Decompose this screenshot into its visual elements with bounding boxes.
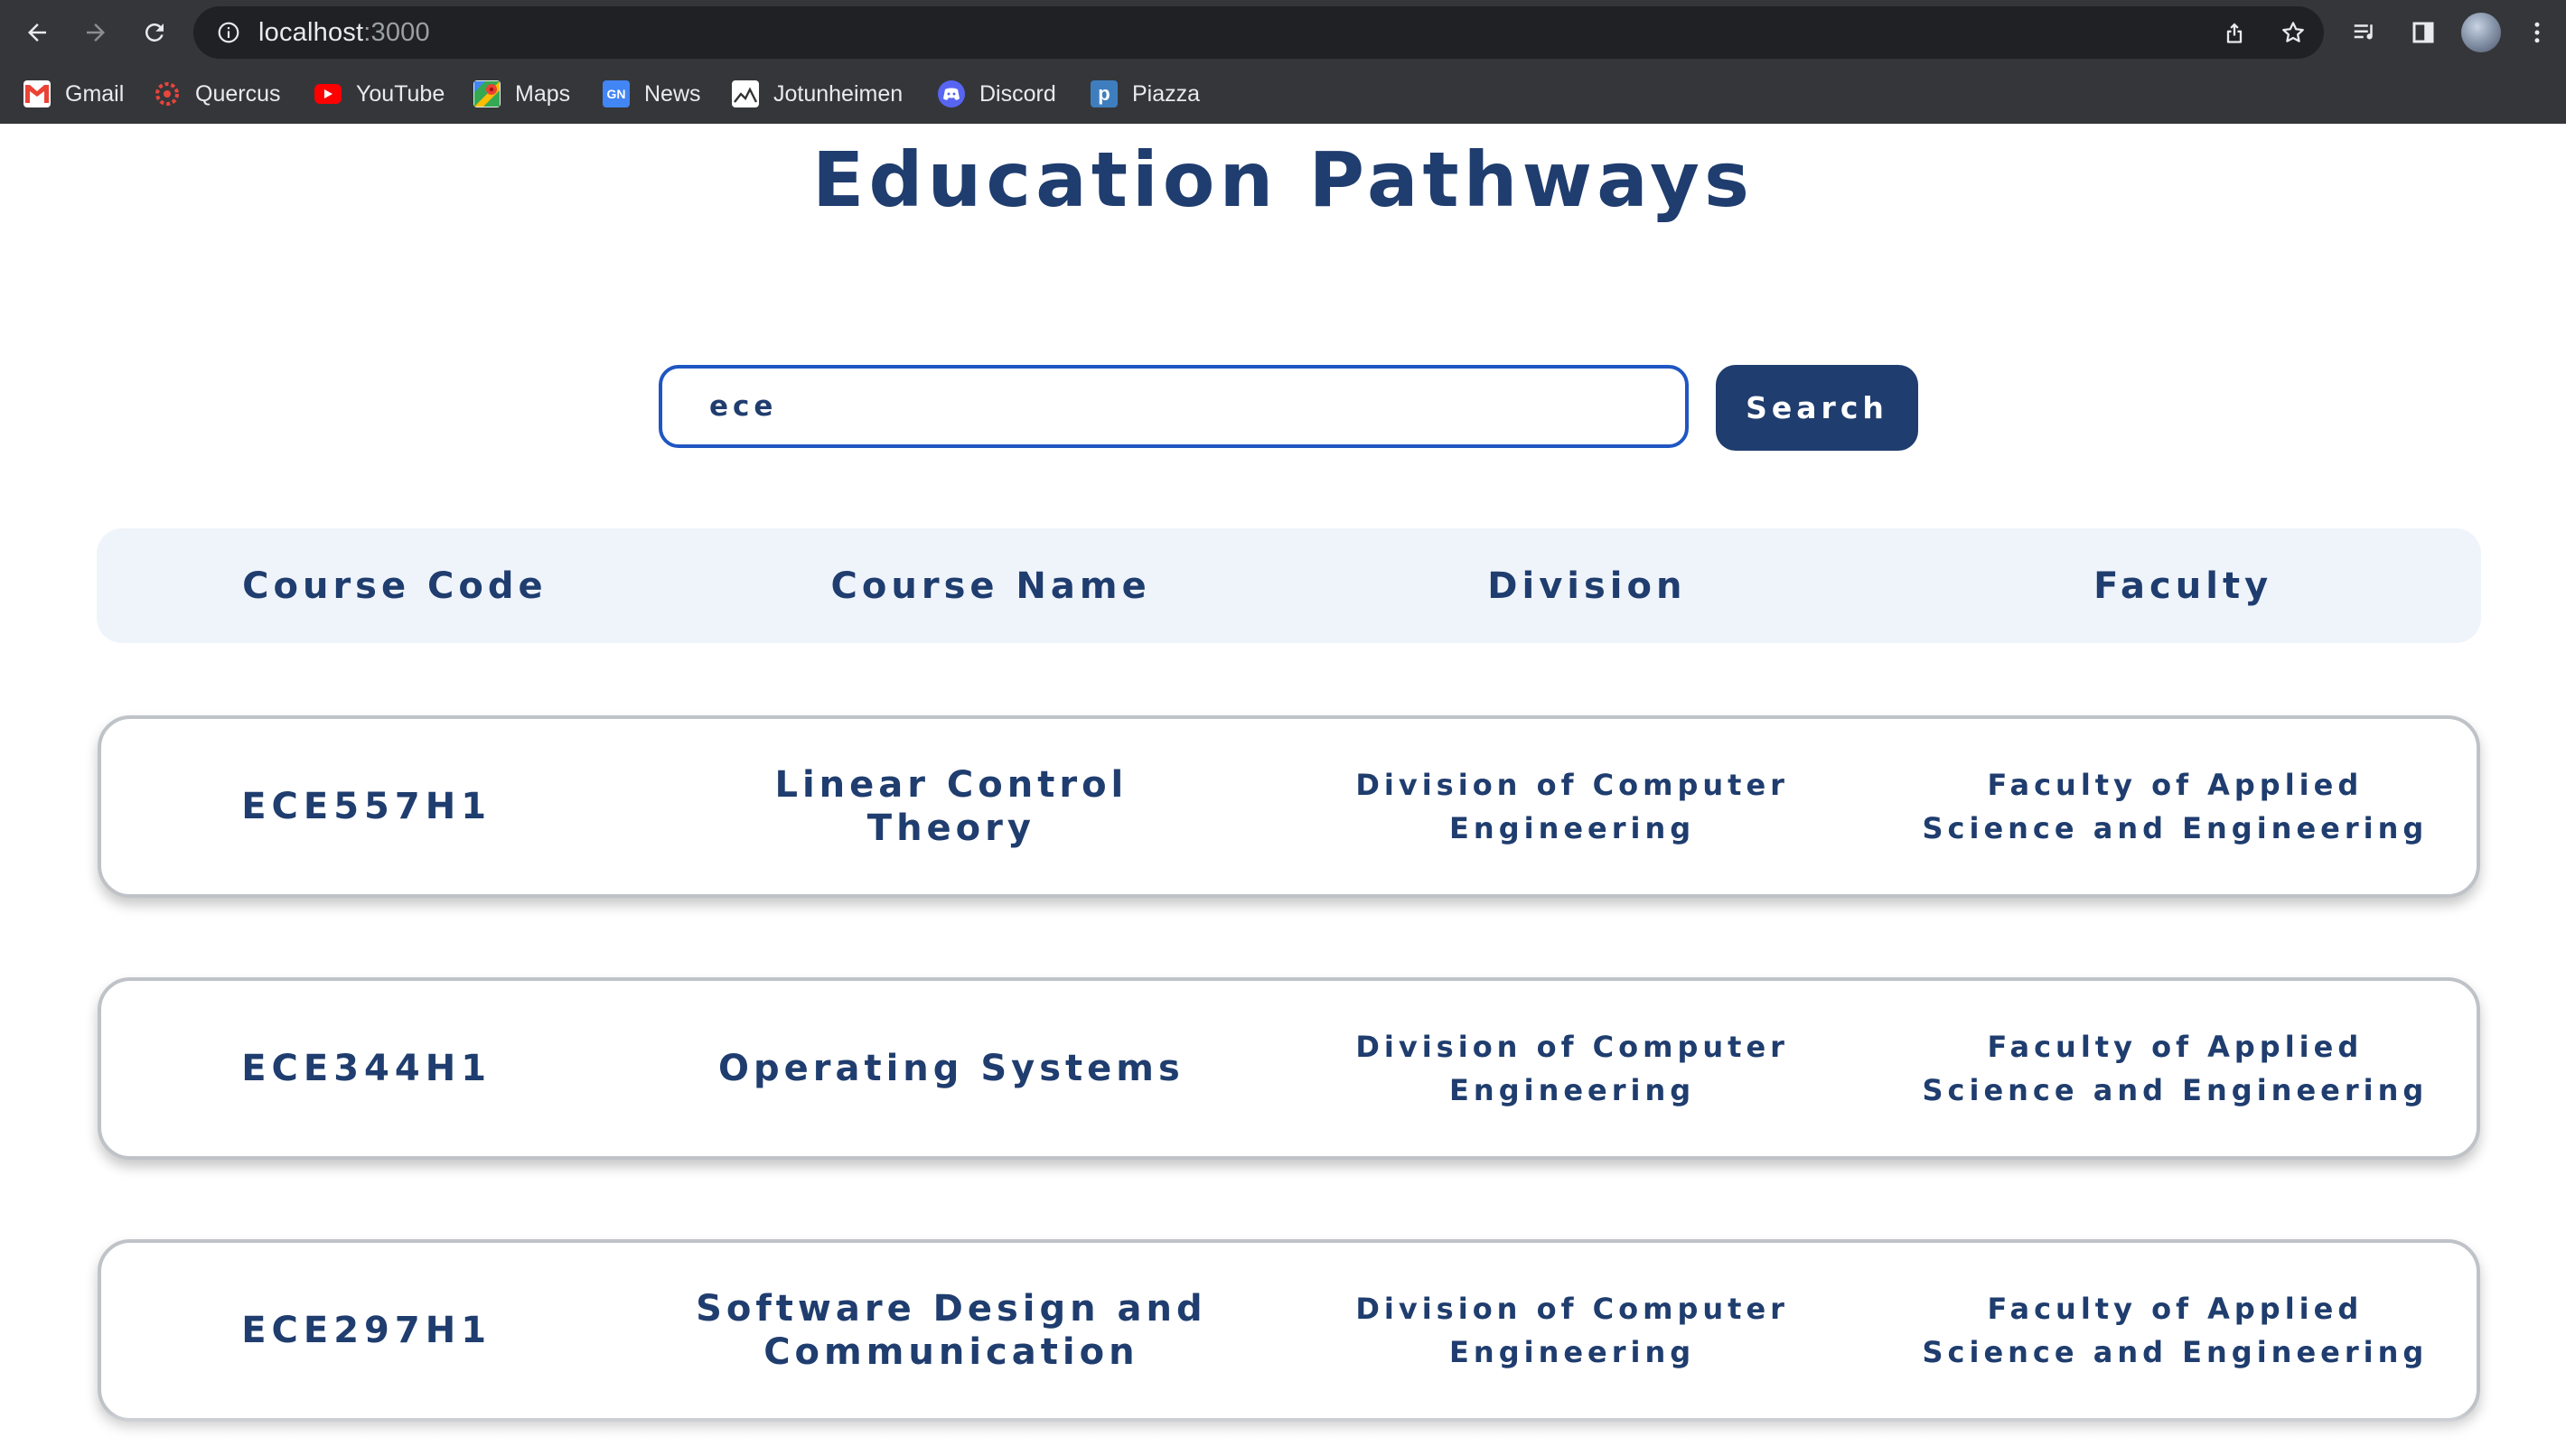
browser-chrome: localhost:3000 Gmail Quercus YouTube Map… (0, 0, 2566, 124)
bookmark-news[interactable]: GN News (603, 76, 701, 112)
bookmark-label: Piazza (1132, 80, 1201, 107)
column-header-faculty: Faculty (2093, 565, 2273, 607)
course-code: ECE344H1 (241, 1048, 492, 1089)
course-division: Division of Computer Engineering (1355, 1292, 1789, 1369)
course-division: Division of Computer Engineering (1355, 768, 1789, 845)
bookmark-label: Jotunheimen (773, 80, 904, 107)
course-name: Software Design and Communication (696, 1288, 1207, 1373)
youtube-icon (314, 84, 342, 104)
search-button[interactable]: Search (1716, 365, 1918, 451)
course-row[interactable]: ECE557H1 Linear Control Theory Division … (98, 715, 2480, 898)
bookmark-gmail[interactable]: Gmail (23, 76, 124, 112)
course-code: ECE557H1 (241, 786, 492, 827)
column-header-course-code: Course Code (242, 565, 548, 607)
column-header-course-name: Course Name (830, 565, 1151, 607)
bookmark-maps[interactable]: Maps (473, 76, 570, 112)
bookmark-piazza[interactable]: p Piazza (1091, 76, 1200, 112)
bookmark-youtube[interactable]: YouTube (314, 76, 445, 112)
bookmark-discord[interactable]: Discord (938, 76, 1056, 112)
discord-icon (938, 80, 965, 107)
reading-list-icon[interactable] (2344, 12, 2385, 53)
results-header: Course Code Course Name Division Faculty (97, 528, 2481, 643)
side-panel-icon[interactable] (2402, 12, 2444, 53)
maps-icon (473, 80, 501, 107)
browser-toolbar: localhost:3000 (0, 0, 2566, 65)
course-name: Linear Control Theory (774, 764, 1128, 849)
course-row[interactable]: ECE297H1 Software Design and Communicati… (98, 1239, 2480, 1422)
profile-avatar[interactable] (2461, 13, 2501, 52)
bookmark-label: News (644, 80, 701, 107)
course-code: ECE297H1 (241, 1310, 492, 1351)
course-faculty: Faculty of Applied Science and Engineeri… (1922, 768, 2429, 845)
url-text: localhost:3000 (258, 18, 430, 48)
url-port: :3000 (363, 17, 430, 47)
address-bar[interactable]: localhost:3000 (193, 6, 2324, 59)
bookmark-label: YouTube (356, 80, 445, 107)
course-faculty: Faculty of Applied Science and Engineeri… (1922, 1292, 2429, 1369)
column-header-division: Division (1487, 565, 1687, 607)
bookmark-quercus[interactable]: Quercus (154, 76, 280, 112)
course-faculty: Faculty of Applied Science and Engineeri… (1922, 1030, 2429, 1107)
page-title: Education Pathways (812, 135, 1754, 224)
share-icon[interactable] (2214, 12, 2255, 53)
bookmark-label: Gmail (65, 80, 125, 107)
menu-icon[interactable] (2516, 12, 2558, 53)
course-name: Operating Systems (717, 1048, 1185, 1089)
gmail-icon (23, 80, 51, 107)
url-host: localhost (258, 17, 364, 47)
bookmark-label: Discord (979, 80, 1056, 107)
bookmark-jotunheimen[interactable]: Jotunheimen (732, 76, 903, 112)
quercus-icon (154, 80, 181, 107)
course-row[interactable]: ECE344H1 Operating Systems Division of C… (98, 977, 2480, 1160)
course-division: Division of Computer Engineering (1355, 1030, 1789, 1107)
search-input[interactable] (659, 365, 1689, 448)
star-icon[interactable] (2272, 12, 2314, 53)
forward-icon[interactable] (75, 12, 117, 53)
reload-icon[interactable] (134, 12, 175, 53)
news-icon: GN (603, 80, 630, 107)
bookmark-label: Maps (515, 80, 571, 107)
info-icon[interactable] (215, 19, 242, 46)
back-icon[interactable] (16, 12, 58, 53)
bookmark-label: Quercus (195, 80, 281, 107)
piazza-icon: p (1091, 80, 1118, 107)
bookmarks-bar: Gmail Quercus YouTube Maps GN News Jotun… (0, 65, 2566, 123)
jotunheimen-icon (732, 80, 759, 107)
